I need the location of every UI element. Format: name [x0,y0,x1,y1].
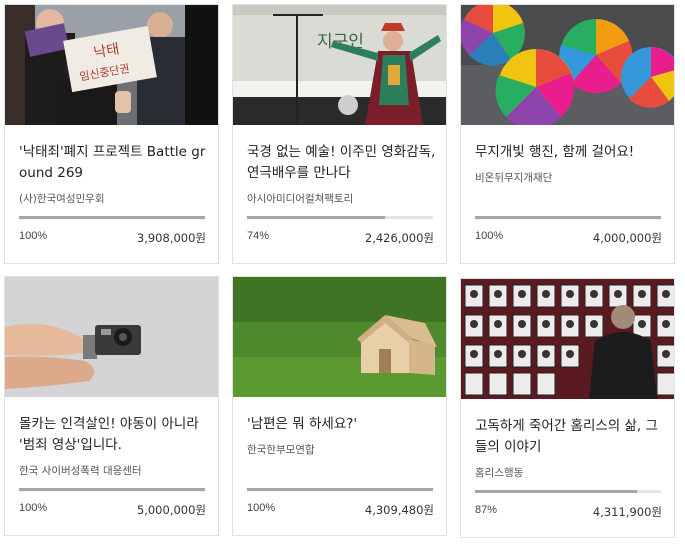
progress-fill [475,490,637,493]
progress-fill [247,488,433,491]
raised-amount: 5,000,000원 [136,503,206,517]
progress-bar [475,216,661,219]
campaign-card[interactable]: 지구인 국경 없는 예술! 이주민 영화감독, 연극배우를 만나다 아시아미디어… [232,4,447,264]
campaign-title[interactable]: '남편은 뭐 하세요?' [247,414,437,435]
memorial-portraits-photo[interactable] [461,279,674,399]
progress-fill [475,216,661,219]
progress-percent: 74% [247,230,270,242]
progress-fill [19,216,205,219]
raised-amount: 4,000,000원 [592,231,662,245]
raised-amount: 2,426,000원 [364,231,434,245]
campaign-card[interactable]: 무지개빛 행진, 함께 걸어요! 비온뒤무지개재단 100% 4,000,000… [460,4,675,264]
progress-percent: 100% [475,230,504,242]
campaign-organization: (사)한국여성민우회 [19,193,105,205]
campaign-card[interactable]: 고독하게 죽어간 홈리스의 삶, 그들의 이야기 홈리스행동 87% 4,311… [460,278,675,538]
campaign-card[interactable]: 몰카는 인격살인! 야동이 아니라 '범죄 영상'입니다. 한국 사이버성폭력 … [4,276,219,536]
rainbow-umbrellas-photo[interactable] [461,5,674,125]
raised-amount: 3,908,000원 [136,231,206,245]
progress-percent: 100% [247,502,276,514]
progress-bar [247,216,433,219]
campaign-grid: 낙태 임신중단권 '낙태죄'폐지 프로젝트 Battle ground 269 … [0,0,685,544]
campaign-title[interactable]: '낙태죄'폐지 프로젝트 Battle ground 269 [19,142,209,184]
progress-bar [19,216,205,219]
campaign-card[interactable]: 낙태 임신중단권 '낙태죄'폐지 프로젝트 Battle ground 269 … [4,4,219,264]
campaign-organization: 아시아미디어컬쳐팩토리 [247,193,354,205]
campaign-title[interactable]: 몰카는 인격살인! 야동이 아니라 '범죄 영상'입니다. [19,414,209,456]
toy-house-on-grass-photo[interactable] [233,277,446,397]
raised-amount: 4,309,480원 [364,503,434,517]
campaign-title[interactable]: 고독하게 죽어간 홈리스의 삶, 그들의 이야기 [475,416,665,458]
progress-percent: 100% [19,502,48,514]
campaign-organization: 홈리스행동 [475,467,524,479]
progress-percent: 87% [475,504,498,516]
campaign-title[interactable]: 국경 없는 예술! 이주민 영화감독, 연극배우를 만나다 [247,142,437,184]
campaign-organization: 한국 사이버성폭력 대응센터 [19,465,142,477]
raised-amount: 4,311,900원 [592,505,662,519]
progress-bar [475,490,661,493]
progress-fill [247,216,385,219]
protest-sign-photo[interactable]: 낙태 임신중단권 [5,5,218,125]
campaign-organization: 한국한부모연합 [247,444,315,456]
hidden-camera-photo[interactable] [5,277,218,397]
campaign-title[interactable]: 무지개빛 행진, 함께 걸어요! [475,142,665,163]
campaign-organization: 비온뒤무지개재단 [475,172,553,184]
stage-performer-photo[interactable]: 지구인 [233,5,446,125]
progress-fill [19,488,205,491]
progress-bar [247,488,433,491]
progress-bar [19,488,205,491]
progress-percent: 100% [19,230,48,242]
campaign-card[interactable]: '남편은 뭐 하세요?' 한국한부모연합 100% 4,309,480원 [232,276,447,536]
